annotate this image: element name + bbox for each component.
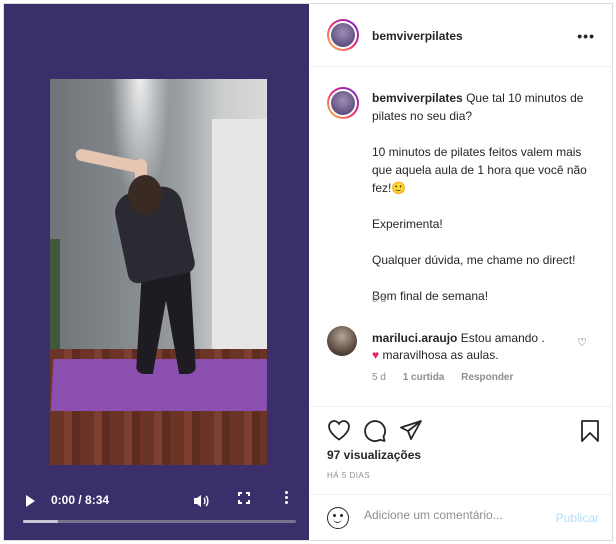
comment-avatar[interactable] (327, 326, 357, 356)
fullscreen-icon[interactable] (238, 492, 250, 504)
actions-bar: 97 visualizações HÁ 5 DIAS Publicar (310, 406, 613, 540)
volume-icon[interactable] (193, 494, 209, 508)
share-icon[interactable] (399, 419, 423, 441)
details-panel: bemviverpilates ••• bemviverpilates Que … (310, 4, 613, 540)
caption-age: 5 d (372, 294, 386, 305)
comment-text-b: maravilhosa as aulas. (382, 348, 499, 362)
comment-meta: 5 d 1 curtida Responder (372, 372, 527, 383)
reply-button[interactable]: Responder (461, 372, 513, 383)
video-frame[interactable] (50, 79, 267, 465)
caption-paragraph: Qualquer dúvida, me chame no direct! (372, 253, 576, 267)
comment-input[interactable] (364, 508, 544, 522)
post-header: bemviverpilates ••• (310, 4, 613, 67)
comment-username[interactable]: mariluci.araujo (372, 331, 457, 345)
person-head (128, 175, 162, 215)
views-count[interactable]: 97 visualizações (327, 448, 421, 462)
header-username[interactable]: bemviverpilates (372, 29, 463, 43)
publish-button[interactable]: Publicar (556, 511, 599, 525)
red-heart-emoji: ♥ (372, 348, 380, 362)
video-progress-fill (23, 520, 59, 523)
caption-paragraph: Bom final de semana! (372, 289, 489, 303)
caption-paragraph: 10 minutos de pilates feitos valem mais … (372, 145, 587, 195)
video-plant (50, 239, 60, 349)
more-icon[interactable]: ••• (577, 28, 595, 44)
play-icon[interactable] (26, 495, 35, 507)
post-embed: 0:00 / 8:34 bemviverpilates ••• bemviver… (3, 3, 613, 541)
caption-username[interactable]: bemviverpilates (372, 91, 463, 105)
caption: bemviverpilates Que tal 10 minutos de pi… (372, 89, 597, 323)
avatar[interactable] (327, 19, 359, 51)
heart-icon[interactable] (327, 419, 351, 441)
video-controls: 0:00 / 8:34 (4, 480, 309, 540)
comment-text-a: Estou amando . (460, 331, 545, 345)
yoga-mat (50, 359, 267, 411)
caption-avatar[interactable] (327, 87, 359, 119)
comment-age: 5 d (372, 372, 386, 383)
video-time: 0:00 / 8:34 (51, 493, 110, 507)
video-door (212, 119, 267, 369)
video-panel[interactable]: 0:00 / 8:34 (4, 4, 309, 540)
bookmark-icon[interactable] (580, 419, 600, 443)
emoji-icon[interactable] (327, 507, 349, 529)
comment: mariluci.araujo Estou amando . ♥ maravil… (372, 330, 557, 364)
posted-time: HÁ 5 DIAS (327, 471, 371, 480)
comment-composer: Publicar (310, 494, 613, 541)
comment-icon[interactable] (363, 419, 387, 443)
video-more-icon[interactable] (285, 491, 289, 507)
video-progress-track[interactable] (23, 520, 296, 523)
comment-likes[interactable]: 1 curtida (403, 372, 445, 383)
caption-paragraph: Experimenta! (372, 217, 443, 231)
small-heart-icon[interactable]: ♡ (577, 336, 587, 349)
